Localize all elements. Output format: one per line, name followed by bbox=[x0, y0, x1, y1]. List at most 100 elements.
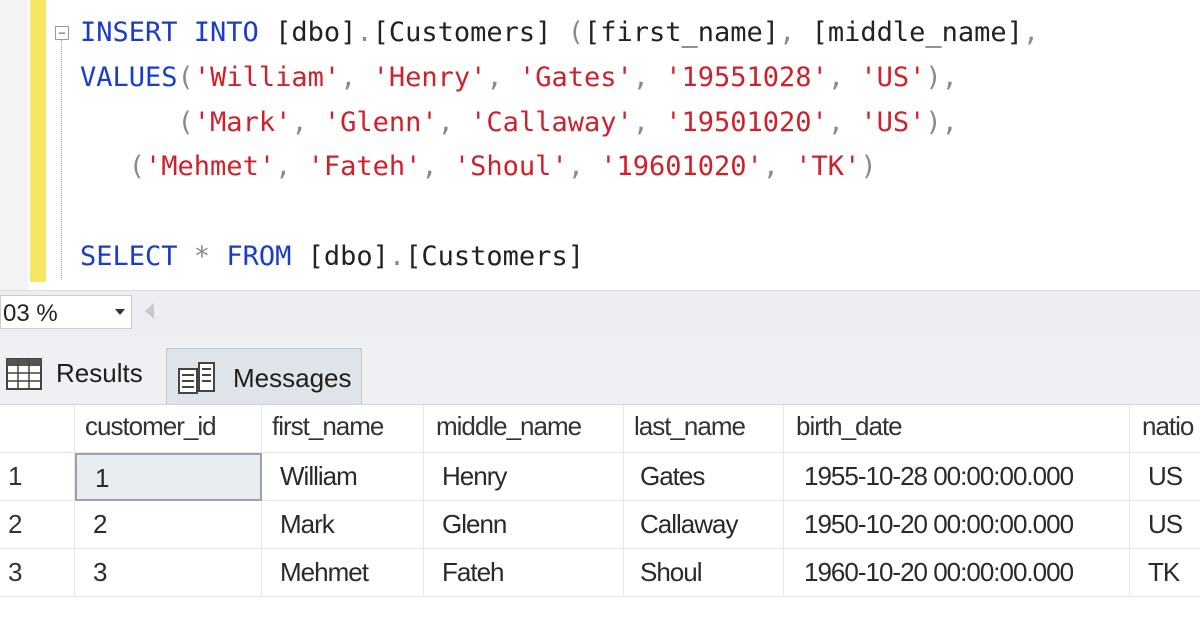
table-cell[interactable]: 1955-10-28 00:00:00.000 bbox=[784, 453, 1130, 501]
column-header[interactable]: last_name bbox=[624, 405, 784, 453]
table-cell[interactable]: Shoul bbox=[624, 549, 784, 597]
code-line[interactable]: VALUES('William', 'Henry', 'Gates', '195… bbox=[80, 61, 958, 95]
code-token: , bbox=[340, 62, 373, 93]
table-cell[interactable]: Gates bbox=[624, 453, 784, 501]
code-token: , bbox=[291, 107, 324, 138]
column-header[interactable]: birth_date bbox=[784, 405, 1130, 453]
string-literal: 'Fateh' bbox=[307, 151, 422, 182]
code-line[interactable]: ('Mehmet', 'Fateh', 'Shoul', '19601020',… bbox=[80, 150, 877, 184]
string-literal: 'Henry' bbox=[372, 62, 487, 93]
sql-keyword: VALUES bbox=[80, 62, 178, 93]
code-token: ) bbox=[860, 151, 877, 182]
grid-icon bbox=[6, 358, 42, 390]
code-token: [middle_name] bbox=[811, 17, 1023, 48]
table-cell[interactable]: 1960-10-20 00:00:00.000 bbox=[784, 549, 1130, 597]
table-row[interactable]: 1 1 William Henry Gates 1955-10-28 00:00… bbox=[0, 453, 1200, 501]
code-token: , bbox=[486, 62, 519, 93]
code-token: [Customers] bbox=[405, 241, 584, 272]
code-token: [dbo] bbox=[275, 17, 357, 48]
code-token: , bbox=[827, 62, 861, 93]
table-cell[interactable]: Callaway bbox=[624, 501, 784, 549]
string-literal: 'US' bbox=[860, 107, 926, 138]
messages-icon bbox=[178, 362, 215, 394]
results-grid[interactable]: customer_id first_name middle_name last_… bbox=[0, 405, 1200, 628]
scroll-left-arrow-icon[interactable] bbox=[145, 303, 154, 319]
column-header[interactable]: customer_id bbox=[75, 405, 262, 453]
code-token: [dbo] bbox=[307, 241, 389, 272]
column-header[interactable]: middle_name bbox=[424, 405, 624, 453]
editor-gutter bbox=[0, 0, 28, 290]
code-token: ( bbox=[80, 151, 146, 182]
string-literal: 'Shoul' bbox=[453, 151, 568, 182]
code-line[interactable]: INSERT INTO [dbo].[Customers] ([first_na… bbox=[80, 16, 1039, 50]
string-literal: '19551028' bbox=[665, 62, 828, 93]
string-literal: '19501020' bbox=[665, 107, 828, 138]
table-cell[interactable]: William bbox=[262, 453, 424, 501]
string-literal: 'Mehmet' bbox=[145, 151, 276, 182]
row-number[interactable]: 2 bbox=[0, 501, 75, 549]
tab-messages[interactable]: Messages bbox=[166, 348, 362, 404]
column-header[interactable]: first_name bbox=[262, 405, 424, 453]
column-header[interactable]: natio bbox=[1130, 405, 1200, 453]
code-token: , bbox=[275, 151, 308, 182]
string-literal: 'Gates' bbox=[518, 62, 633, 93]
string-literal: '19601020' bbox=[600, 151, 763, 182]
code-token: [first_name] bbox=[583, 17, 780, 48]
code-token: ( bbox=[177, 62, 194, 93]
change-tracking-bar bbox=[30, 0, 46, 282]
table-cell[interactable]: Fateh bbox=[424, 549, 624, 597]
outline-guide bbox=[61, 40, 63, 280]
code-token: ( bbox=[80, 107, 194, 138]
table-cell[interactable]: 3 bbox=[75, 549, 262, 597]
code-line[interactable]: ('Mark', 'Glenn', 'Callaway', '19501020'… bbox=[80, 106, 958, 140]
code-token: , bbox=[779, 17, 812, 48]
table-row[interactable]: 2 2 Mark Glenn Callaway 1950-10-20 00:00… bbox=[0, 501, 1200, 549]
code-token: , bbox=[632, 107, 666, 138]
code-token: , bbox=[762, 151, 796, 182]
table-cell-selected[interactable]: 1 bbox=[75, 453, 262, 501]
table-cell[interactable]: Glenn bbox=[424, 501, 624, 549]
string-literal: 'US' bbox=[860, 62, 926, 93]
sql-keyword: INSERT INTO bbox=[80, 17, 276, 48]
editor-status-strip: 03 % bbox=[0, 290, 1200, 337]
code-token: , bbox=[1022, 17, 1040, 48]
code-token: , bbox=[827, 107, 861, 138]
table-cell[interactable]: Henry bbox=[424, 453, 624, 501]
query-editor[interactable]: − INSERT INTO [dbo].[Customers] ([first_… bbox=[0, 0, 1200, 290]
grid-header-row: customer_id first_name middle_name last_… bbox=[0, 405, 1200, 453]
code-token: . bbox=[388, 241, 406, 272]
tab-messages-label: Messages bbox=[233, 363, 352, 393]
string-literal: 'William' bbox=[193, 62, 341, 93]
code-token: ), bbox=[925, 62, 958, 93]
code-token: , bbox=[421, 151, 454, 182]
table-cell[interactable]: 2 bbox=[75, 501, 262, 549]
string-literal: 'Glenn' bbox=[323, 107, 438, 138]
code-token: . bbox=[356, 17, 373, 48]
table-cell[interactable]: TK bbox=[1130, 549, 1200, 597]
table-cell[interactable]: Mark bbox=[262, 501, 424, 549]
table-cell[interactable]: US bbox=[1130, 501, 1200, 549]
zoom-dropdown[interactable]: 03 % bbox=[0, 295, 132, 329]
code-token: [Customers] bbox=[372, 17, 568, 48]
table-cell[interactable]: Mehmet bbox=[262, 549, 424, 597]
row-number[interactable]: 1 bbox=[0, 453, 75, 501]
row-number[interactable]: 3 bbox=[0, 549, 75, 597]
table-cell[interactable]: US bbox=[1130, 453, 1200, 501]
code-token: ), bbox=[925, 107, 958, 138]
table-row[interactable]: 3 3 Mehmet Fateh Shoul 1960-10-20 00:00:… bbox=[0, 549, 1200, 597]
results-tab-strip: Results Messages bbox=[0, 336, 1200, 405]
zoom-value: 03 % bbox=[3, 300, 58, 327]
chevron-down-icon[interactable] bbox=[115, 309, 125, 315]
collapse-icon[interactable]: − bbox=[55, 26, 69, 40]
sql-keyword: FROM bbox=[226, 241, 308, 272]
table-cell[interactable]: 1950-10-20 00:00:00.000 bbox=[784, 501, 1130, 549]
code-line[interactable]: SELECT * FROM [dbo].[Customers] bbox=[80, 240, 584, 274]
row-header-corner[interactable] bbox=[0, 405, 75, 453]
string-literal: 'Mark' bbox=[193, 107, 292, 138]
code-token: , bbox=[567, 151, 601, 182]
sql-keyword: SELECT bbox=[80, 241, 194, 272]
code-token: ( bbox=[567, 17, 584, 48]
tab-results-label: Results bbox=[56, 358, 143, 388]
string-literal: 'TK' bbox=[795, 151, 861, 182]
tab-results[interactable]: Results bbox=[0, 348, 160, 404]
